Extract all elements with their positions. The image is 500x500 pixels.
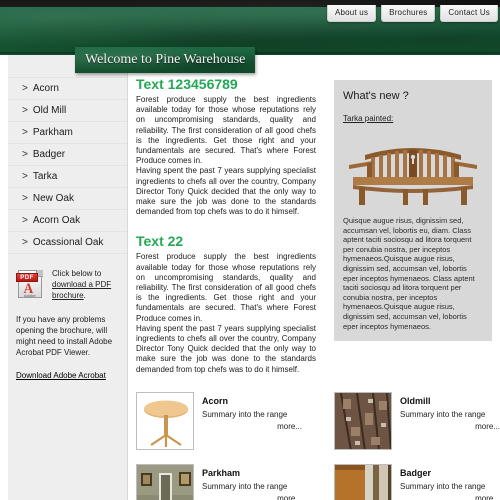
site-title-tab: Welcome to Pine Warehouse <box>75 47 255 73</box>
pdf-icon-sublabel: Adobe <box>24 293 36 298</box>
sidebar-item-parkham[interactable]: > Parkham <box>8 122 127 144</box>
whats-new-text: Quisque augue risus, dignissim sed, accu… <box>343 216 475 331</box>
download-pdf-brochure-link[interactable]: download a PDF brochure <box>52 280 111 300</box>
product-more-link[interactable]: more... <box>202 494 302 500</box>
sidebar-item-acorn-oak[interactable]: > Acorn Oak <box>8 210 127 232</box>
chevron-right-icon: > <box>22 149 28 160</box>
chevron-right-icon: > <box>22 171 28 182</box>
sidebar-item-label: New Oak <box>32 193 74 204</box>
product-name: Acorn <box>202 396 229 406</box>
product-more-link[interactable]: more... <box>400 494 500 500</box>
product-card[interactable]: Acorn Summary into the range more... <box>136 392 302 450</box>
sidebar-item-ocassional-oak[interactable]: > Ocassional Oak <box>8 232 127 254</box>
nav-item-about-us[interactable]: About us <box>326 5 377 22</box>
chevron-right-icon: > <box>22 193 28 204</box>
sidebar-item-label: Badger <box>32 149 66 160</box>
product-name: Oldmill <box>400 396 431 406</box>
pdf-caption-period: . <box>83 291 86 300</box>
section-paragraph: Having spent the past 7 years supplying … <box>136 166 316 217</box>
nav-item-contact-us[interactable]: Contact Us <box>440 5 498 22</box>
sidebar-item-acorn[interactable]: > Acorn <box>8 77 127 100</box>
product-summary: Summary into the range <box>400 410 486 419</box>
pdf-caption: Click below to download a PDF brochure. <box>52 268 119 301</box>
content-section-1: Text 123456789 Forest produce supply the… <box>136 76 316 217</box>
product-summary: Summary into the range <box>202 410 288 419</box>
main-content: Text 123456789 Forest produce supply the… <box>136 76 316 375</box>
chevron-right-icon: > <box>22 215 28 226</box>
sidebar-menu: > Acorn > Old Mill > Parkham > Badger > Tarka… <box>8 55 127 254</box>
chevron-right-icon: > <box>22 105 28 116</box>
sidebar-item-label: Acorn Oak <box>32 215 81 226</box>
whats-new-item-label: Tarka painted: <box>343 114 394 123</box>
product-more-link[interactable]: more... <box>400 422 500 431</box>
product-more-link[interactable]: more... <box>202 422 302 431</box>
sidebar-item-old-mill[interactable]: > Old Mill <box>8 100 127 122</box>
sidebar-item-label: Old Mill <box>32 105 67 116</box>
pdf-brochure-block: A PDF Adobe Click below to download a PD… <box>8 254 127 380</box>
section-paragraph: Forest produce supply the best ingredien… <box>136 95 316 166</box>
pdf-note: If you have any problems opening the bro… <box>16 315 113 357</box>
product-thumbnail <box>136 392 194 450</box>
bench-image <box>343 129 483 207</box>
product-card[interactable]: Parkham Summary into the range more... <box>136 464 302 500</box>
pdf-caption-line1: Click below to <box>52 269 102 278</box>
page-root: About us Brochures Contact Us Welcome to… <box>0 0 500 500</box>
pdf-icon: A PDF Adobe <box>16 268 46 300</box>
product-thumbnail <box>334 392 392 450</box>
sidebar-item-label: Tarka <box>32 171 58 182</box>
top-navigation: About us Brochures Contact Us <box>326 5 498 22</box>
content-section-2: Text 22 Forest produce supply the best i… <box>136 233 316 374</box>
whats-new-title: What's new ? <box>343 90 409 102</box>
product-summary: Summary into the range <box>400 482 486 491</box>
whats-new-panel: What's new ? Tarka painted: Quisque augu… <box>334 80 492 342</box>
chevron-right-icon: > <box>22 83 28 94</box>
sidebar-item-badger[interactable]: > Badger <box>8 144 127 166</box>
product-summary: Summary into the range <box>202 482 288 491</box>
sidebar: > Acorn > Old Mill > Parkham > Badger > Tarka… <box>8 55 128 500</box>
product-name: Badger <box>400 468 432 478</box>
section-paragraph: Having spent the past 7 years supplying … <box>136 323 316 374</box>
section-heading: Text 22 <box>136 233 184 250</box>
page-title: Welcome to Pine Warehouse <box>85 52 246 67</box>
nav-item-brochures[interactable]: Brochures <box>381 5 436 22</box>
product-thumbnail <box>334 464 392 500</box>
sidebar-item-label: Ocassional Oak <box>32 237 104 248</box>
product-card[interactable]: Oldmill Summary into the range more... <box>334 392 500 450</box>
product-card[interactable]: Badger Summary into the range more... <box>334 464 500 500</box>
sidebar-item-new-oak[interactable]: > New Oak <box>8 188 127 210</box>
sidebar-item-tarka[interactable]: > Tarka <box>8 166 127 188</box>
sidebar-item-label: Acorn <box>32 83 59 94</box>
product-name: Parkham <box>202 468 241 478</box>
pdf-icon-label: PDF <box>16 273 38 282</box>
download-adobe-acrobat-link[interactable]: Download Adobe Acrobat <box>16 371 119 380</box>
chevron-right-icon: > <box>22 127 28 138</box>
section-paragraph: Forest produce supply the best ingredien… <box>136 252 316 323</box>
product-thumbnail <box>136 464 194 500</box>
sidebar-item-label: Parkham <box>32 127 73 138</box>
chevron-right-icon: > <box>22 237 28 248</box>
section-heading: Text 123456789 <box>136 76 238 92</box>
